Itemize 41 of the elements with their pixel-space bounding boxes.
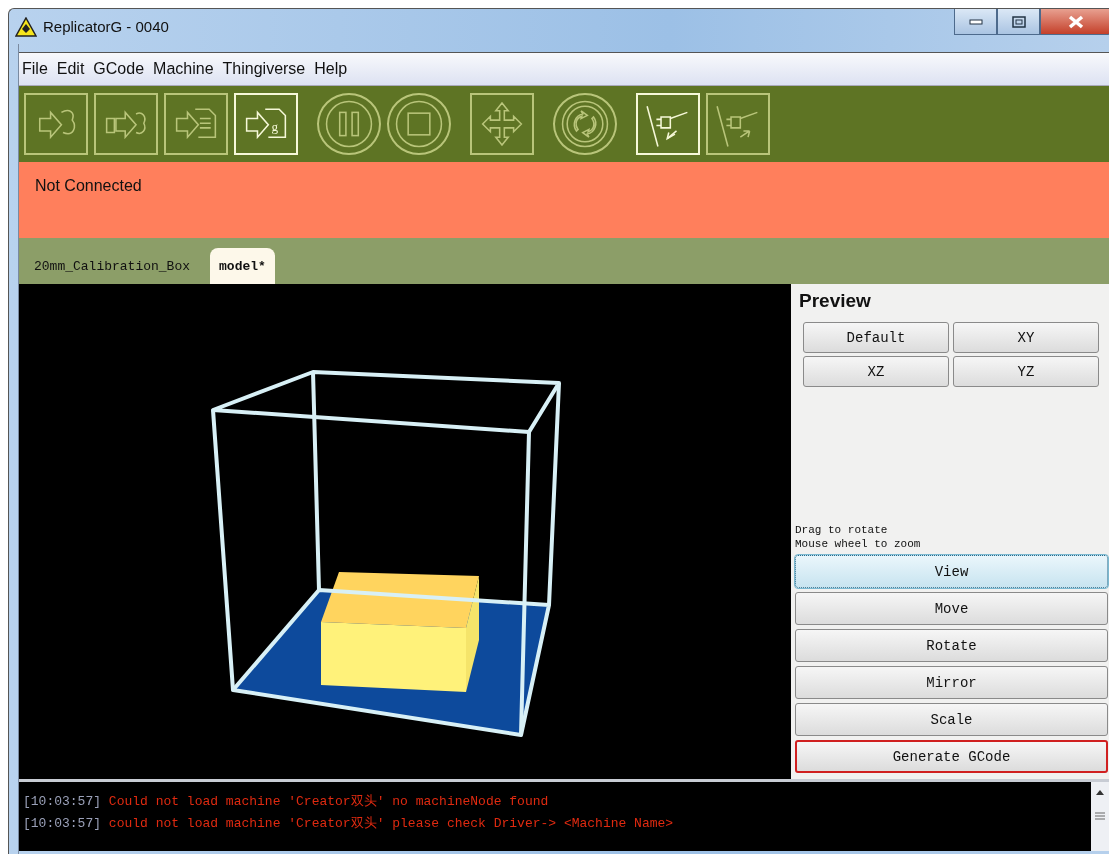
menu-item[interactable]: Edit <box>56 60 85 78</box>
file-tab[interactable]: model* <box>210 248 275 284</box>
camera-preset-button[interactable]: XZ <box>803 356 949 387</box>
minimize-icon <box>968 18 983 25</box>
menu-item[interactable]: GCode <box>93 60 145 78</box>
scrollbar[interactable] <box>1091 782 1109 851</box>
maximize-button[interactable] <box>997 9 1040 35</box>
window-title: ReplicatorG - 0040 <box>43 18 170 35</box>
log-message: Could not load machine 'Creator双头' no machineNode found <box>108 794 549 809</box>
camera-preset-button[interactable]: YZ <box>953 356 1099 387</box>
stop-icon <box>395 100 443 148</box>
camera-preset-button[interactable]: XY <box>953 322 1099 353</box>
scroll-up-icon[interactable] <box>1095 788 1105 796</box>
menu-item[interactable]: Thingiverse <box>222 60 306 78</box>
camera-preset-button[interactable]: Default <box>803 322 949 353</box>
hint-text: Drag to rotate <box>795 523 889 537</box>
mode-button[interactable]: Move <box>795 592 1108 625</box>
maximize-icon <box>1011 15 1026 28</box>
menu-item[interactable]: Machine <box>153 60 214 78</box>
mode-button[interactable]: Mirror <box>795 666 1108 699</box>
file-tab[interactable]: 20mm_Calibration_Box <box>20 248 205 284</box>
panel-title: Preview <box>799 290 872 312</box>
mode-button[interactable]: Scale <box>795 703 1108 736</box>
refresh-icon <box>561 100 609 148</box>
mode-button[interactable]: View <box>795 555 1108 588</box>
log-message: could not load machine 'Creator双头' please check Driver-> <Machine Name> <box>108 816 674 831</box>
scroll-grip-icon[interactable] <box>1094 810 1106 822</box>
close-icon <box>1067 14 1084 29</box>
minimize-button[interactable] <box>954 9 997 35</box>
menu-item[interactable]: File <box>22 60 48 78</box>
hint-text: Mouse wheel to zoom <box>795 537 922 551</box>
warning-icon <box>15 16 37 37</box>
pause-icon <box>325 100 373 148</box>
toolbar-button[interactable]: g <box>234 93 298 155</box>
log-timestamp: [10:03:57] <box>23 816 101 831</box>
status-bar: Not Connected <box>19 162 1109 238</box>
menu-item[interactable]: Help <box>314 60 348 78</box>
mode-button[interactable]: Generate GCode <box>795 740 1108 773</box>
log-timestamp: [10:03:57] <box>23 794 101 809</box>
close-button[interactable] <box>1040 9 1109 35</box>
mode-button[interactable]: Rotate <box>795 629 1108 662</box>
